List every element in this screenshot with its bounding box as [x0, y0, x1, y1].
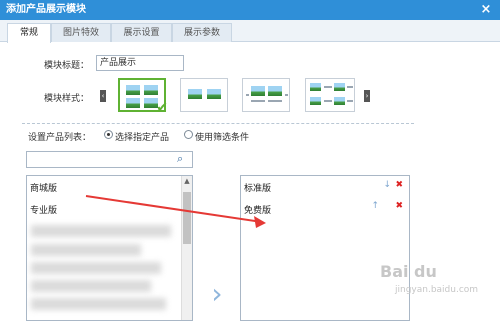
tab-general[interactable]: 常规: [7, 23, 51, 43]
radio-select-products[interactable]: [104, 130, 113, 139]
text-line-icon: [251, 100, 265, 102]
remove-icon[interactable]: ✖: [395, 180, 403, 190]
style-next-icon[interactable]: ›: [364, 90, 370, 102]
module-title-input[interactable]: 产品展示: [96, 55, 184, 71]
available-products-list[interactable]: 商城版 专业版 ▲: [26, 175, 193, 321]
scroll-up-icon[interactable]: ▲: [182, 176, 192, 186]
style-option-carousel[interactable]: [242, 78, 290, 112]
image-icon: [126, 85, 140, 95]
radio-filter-conditions-label[interactable]: 使用筛选条件: [195, 130, 249, 143]
image-icon: [268, 86, 282, 96]
image-icon: [310, 83, 321, 91]
blurred-item: [31, 244, 141, 256]
style-option-list[interactable]: [305, 78, 355, 112]
image-icon: [334, 97, 345, 105]
search-icon[interactable]: ⌕: [177, 153, 189, 165]
text-line-icon: [324, 86, 332, 88]
move-down-icon[interactable]: ↓: [383, 180, 391, 190]
watermark-logo: Bai du: [380, 262, 437, 281]
tab-display-params[interactable]: 展示参数: [172, 23, 232, 42]
move-up-icon[interactable]: ↑: [371, 201, 379, 211]
blurred-item: [31, 280, 151, 292]
style-option-grid[interactable]: ✔: [118, 78, 168, 116]
module-title-label: 模块标题：: [44, 61, 90, 71]
text-line-icon: [347, 100, 353, 102]
tab-display-settings[interactable]: 展示设置: [111, 23, 172, 42]
add-to-selected-icon[interactable]: ›: [206, 280, 228, 308]
text-line-icon: [268, 100, 282, 102]
left-arrow-icon: [246, 94, 249, 96]
list-scrollbar[interactable]: ▲: [181, 176, 192, 320]
style-option-row[interactable]: [180, 78, 228, 112]
product-search-input[interactable]: ⌕: [26, 151, 193, 168]
list-item[interactable]: 标准版: [244, 181, 271, 194]
product-list-label: 设置产品列表：: [28, 133, 92, 143]
image-icon: [310, 97, 321, 105]
image-icon: [207, 89, 221, 99]
scrollbar-thumb[interactable]: [183, 192, 191, 244]
close-icon[interactable]: ×: [478, 2, 494, 18]
section-divider: [22, 123, 414, 124]
list-item[interactable]: 专业版: [30, 203, 57, 216]
image-icon: [188, 89, 202, 99]
tab-bar: 常规 图片特效 展示设置 展示参数: [0, 20, 500, 43]
list-item[interactable]: 商城版: [30, 181, 57, 194]
radio-select-products-label[interactable]: 选择指定产品: [115, 130, 169, 143]
right-arrow-icon: [285, 94, 288, 96]
image-icon: [251, 86, 265, 96]
blurred-item: [31, 298, 166, 310]
style-prev-icon[interactable]: ‹: [100, 90, 106, 102]
dialog-title: 添加产品展示模块: [6, 4, 86, 15]
text-line-icon: [324, 100, 332, 102]
remove-icon[interactable]: ✖: [395, 201, 403, 211]
blurred-item: [31, 262, 161, 274]
checkmark-icon: ✔: [156, 100, 168, 116]
module-style-label: 模块样式：: [44, 94, 90, 104]
dialog-titlebar: 添加产品展示模块 ×: [0, 0, 500, 20]
image-icon: [334, 83, 345, 91]
image-icon: [126, 98, 140, 108]
tab-image-effects[interactable]: 图片特效: [51, 23, 111, 42]
selected-products-list[interactable]: 标准版 ↓ ✖ 免费版 ↑ ✖: [240, 175, 410, 321]
text-line-icon: [347, 86, 353, 88]
image-icon: [144, 85, 158, 95]
blurred-item: [31, 225, 171, 237]
list-item[interactable]: 免费版: [244, 203, 271, 216]
watermark-url: jingyan.baidu.com: [395, 285, 479, 295]
radio-filter-conditions[interactable]: [184, 130, 193, 139]
